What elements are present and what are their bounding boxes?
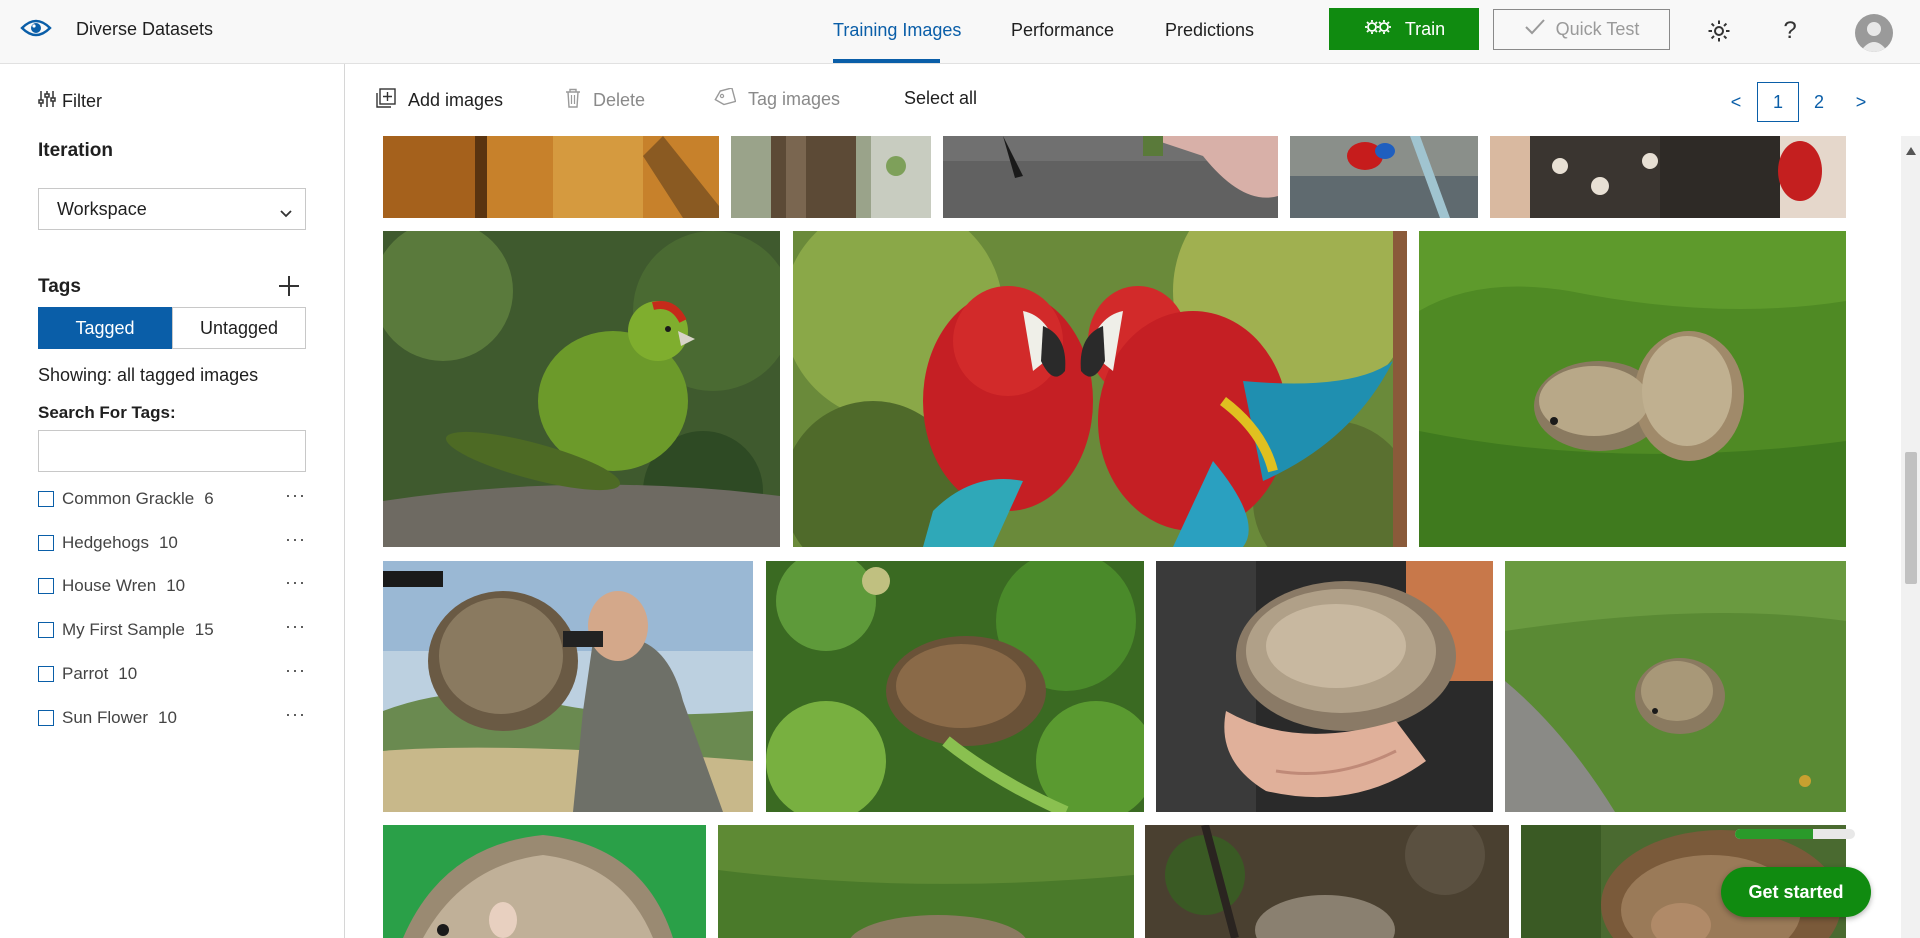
select-all-label: Select all bbox=[904, 88, 978, 108]
add-images-label: Add images bbox=[408, 90, 504, 110]
pager-prev[interactable]: < bbox=[1722, 82, 1750, 122]
image-thumbnail-green-parrot[interactable] bbox=[383, 231, 780, 547]
tab-training-images[interactable]: Training Images bbox=[833, 20, 961, 41]
iteration-select[interactable]: Workspace bbox=[38, 188, 306, 230]
more-options-icon[interactable]: ··· bbox=[285, 485, 306, 506]
tag-count: 15 bbox=[194, 620, 214, 639]
tag-count: 10 bbox=[158, 533, 178, 552]
tag-count: 10 bbox=[166, 576, 186, 595]
tag-images-button[interactable]: Tag images bbox=[714, 87, 841, 111]
tag-search-label: Search For Tags: bbox=[38, 403, 176, 422]
tag-name: Sun Flower bbox=[62, 708, 148, 727]
image-thumbnail-hedgehog-in-dirt[interactable] bbox=[1145, 825, 1509, 938]
pager-page-1[interactable]: 1 bbox=[1757, 82, 1799, 122]
image-thumbnail-pavement-bird[interactable] bbox=[943, 136, 1278, 218]
add-image-icon bbox=[376, 88, 396, 113]
tag-checkbox[interactable] bbox=[38, 666, 54, 682]
tag-icon bbox=[714, 87, 737, 111]
image-thumbnail-hedgehog-on-path[interactable] bbox=[1505, 561, 1846, 812]
delete-label: Delete bbox=[593, 90, 646, 110]
pager-next[interactable]: > bbox=[1846, 82, 1876, 122]
tag-name: House Wren bbox=[62, 576, 157, 595]
tag-checkbox[interactable] bbox=[38, 535, 54, 551]
pager-page-2[interactable]: 2 bbox=[1804, 82, 1834, 122]
top-bar: Diverse Datasets Training Images Perform… bbox=[0, 0, 1920, 64]
tag-name: Common Grackle bbox=[62, 489, 195, 508]
scroll-up-arrow-icon[interactable] bbox=[1906, 142, 1916, 160]
showing-text: Showing: all tagged images bbox=[38, 365, 259, 385]
iteration-value: Workspace bbox=[57, 198, 147, 219]
tag-checkbox[interactable] bbox=[38, 710, 54, 726]
tag-row-parrot[interactable]: Parrot 10 ··· bbox=[38, 660, 306, 688]
add-images-button[interactable]: Add images bbox=[376, 88, 503, 113]
tab-predictions[interactable]: Predictions bbox=[1165, 20, 1254, 41]
onboarding-progress-bar bbox=[1735, 829, 1855, 839]
image-thumbnail-man-with-binoculars[interactable] bbox=[383, 561, 753, 812]
tag-count: 10 bbox=[157, 708, 177, 727]
eye-logo-icon[interactable] bbox=[20, 16, 52, 40]
filter-label: Filter bbox=[62, 91, 102, 111]
untagged-option[interactable]: Untagged bbox=[172, 307, 306, 349]
image-thumbnail-red-parrot-crate[interactable] bbox=[1290, 136, 1478, 218]
tag-row-my-first-sample[interactable]: My First Sample 15 ··· bbox=[38, 616, 306, 644]
train-label: Train bbox=[1404, 18, 1446, 39]
tag-checkbox[interactable] bbox=[38, 578, 54, 594]
image-thumbnail-hedgehog-on-green[interactable] bbox=[383, 825, 706, 938]
tag-row-sun-flower[interactable]: Sun Flower 10 ··· bbox=[38, 704, 306, 732]
image-thumbnail-person-with-parrot[interactable] bbox=[1490, 136, 1846, 218]
sliders-icon bbox=[38, 90, 56, 113]
tag-row-house-wren[interactable]: House Wren 10 ··· bbox=[38, 572, 306, 600]
image-thumbnail-wood-crate[interactable] bbox=[383, 136, 719, 218]
project-title: Diverse Datasets bbox=[76, 19, 214, 39]
tag-name: Hedgehogs bbox=[62, 533, 149, 552]
tab-performance[interactable]: Performance bbox=[1011, 20, 1114, 41]
chevron-down-icon bbox=[279, 203, 293, 224]
tag-name: Parrot bbox=[62, 664, 109, 683]
iteration-heading: Iteration bbox=[38, 140, 113, 161]
tag-checkbox[interactable] bbox=[38, 491, 54, 507]
help-icon[interactable]: ? bbox=[1777, 17, 1803, 44]
onboarding-progress-fill bbox=[1735, 829, 1813, 839]
gears-icon bbox=[1363, 17, 1393, 42]
gear-icon[interactable] bbox=[1706, 18, 1732, 44]
scrollbar-thumb[interactable] bbox=[1905, 452, 1917, 584]
tag-images-label: Tag images bbox=[748, 89, 841, 109]
tagged-option[interactable]: Tagged bbox=[38, 307, 172, 349]
quick-test-button[interactable]: Quick Test bbox=[1493, 9, 1670, 50]
select-all-button[interactable]: Select all bbox=[904, 88, 977, 109]
add-tag-plus-icon[interactable] bbox=[278, 275, 300, 297]
delete-button[interactable]: Delete bbox=[565, 88, 645, 113]
tags-heading: Tags bbox=[38, 276, 81, 297]
image-thumbnail-scarlet-macaws[interactable] bbox=[793, 231, 1407, 547]
get-started-button[interactable]: Get started bbox=[1721, 867, 1871, 917]
gallery-scrollbar[interactable] bbox=[1901, 136, 1920, 938]
tag-search-input[interactable] bbox=[38, 430, 306, 472]
image-thumbnail-hedgehog-in-hand[interactable] bbox=[1156, 561, 1493, 812]
tag-name: My First Sample bbox=[62, 620, 185, 639]
tag-row-common-grackle[interactable]: Common Grackle 6 ··· bbox=[38, 485, 306, 513]
quick-test-label: Quick Test bbox=[1555, 19, 1640, 39]
image-thumbnail-hedgehogs-in-grass[interactable] bbox=[1419, 231, 1846, 547]
image-thumbnail-hedgehog-in-grass[interactable] bbox=[718, 825, 1134, 938]
sidebar: Filter Iteration Workspace Tags Tagged U… bbox=[0, 64, 345, 938]
tag-row-hedgehogs[interactable]: Hedgehogs 10 ··· bbox=[38, 529, 306, 557]
tag-checkbox[interactable] bbox=[38, 622, 54, 638]
image-gallery bbox=[346, 136, 1901, 938]
tag-count: 10 bbox=[118, 664, 138, 683]
more-options-icon[interactable]: ··· bbox=[285, 572, 306, 593]
tagged-toggle: Tagged Untagged bbox=[38, 307, 306, 349]
more-options-icon[interactable]: ··· bbox=[285, 704, 306, 725]
filter-button[interactable]: Filter bbox=[38, 90, 102, 113]
trash-icon bbox=[565, 88, 581, 113]
checkmark-icon bbox=[1524, 18, 1546, 41]
active-tab-indicator bbox=[833, 59, 940, 63]
tag-count: 6 bbox=[204, 489, 214, 508]
image-thumbnail-tree-trunk[interactable] bbox=[731, 136, 931, 218]
more-options-icon[interactable]: ··· bbox=[285, 529, 306, 550]
train-button[interactable]: Train bbox=[1329, 8, 1479, 50]
more-options-icon[interactable]: ··· bbox=[285, 660, 306, 681]
avatar[interactable] bbox=[1855, 14, 1893, 52]
more-options-icon[interactable]: ··· bbox=[285, 616, 306, 637]
image-thumbnail-hedgehog-in-leaves[interactable] bbox=[766, 561, 1144, 812]
